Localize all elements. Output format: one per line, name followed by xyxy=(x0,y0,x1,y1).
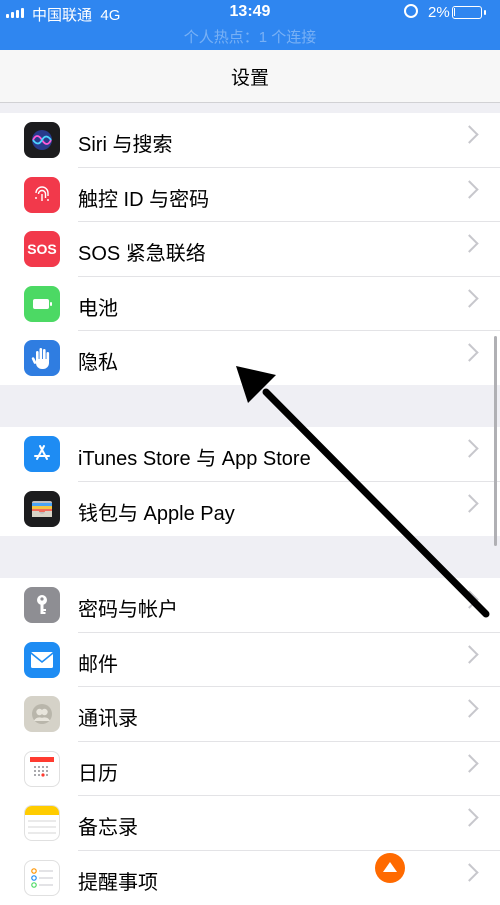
watermark-logo xyxy=(372,850,500,886)
annotation-arrow-icon xyxy=(0,0,500,889)
